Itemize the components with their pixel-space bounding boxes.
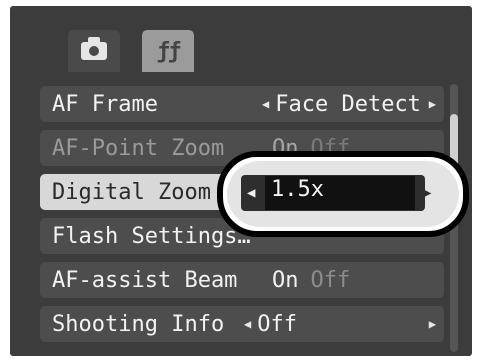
- value-callout: ◀ 1.5x ▶: [217, 151, 469, 237]
- right-arrow-icon: ▶: [428, 317, 436, 331]
- af-frame-value: Face Detect: [275, 91, 421, 117]
- menu-item-shooting-info[interactable]: Shooting Info ◀ Off ▶: [40, 306, 444, 342]
- left-arrow-icon: ◀: [244, 317, 252, 331]
- menu-item-af-frame[interactable]: AF Frame ◀ Face Detect ▶: [40, 86, 444, 122]
- option-on[interactable]: On: [272, 268, 299, 293]
- camera-icon: [81, 37, 107, 60]
- menu-item-label: AF-assist Beam: [52, 267, 238, 293]
- tab-setup[interactable]: ƒƒ: [142, 30, 194, 72]
- callout-inner: ◀ 1.5x ▶: [227, 161, 459, 227]
- menu-item-af-assist-beam[interactable]: AF-assist Beam On Off: [40, 262, 444, 298]
- menu-item-label: AF Frame: [52, 91, 158, 117]
- option-off[interactable]: Off: [311, 268, 351, 293]
- menu-item-value[interactable]: On Off: [272, 268, 436, 293]
- menu-item-label: AF-Point Zoom: [52, 135, 225, 161]
- menu-item-label: Flash Settings…: [52, 223, 251, 249]
- right-arrow-icon: ▶: [428, 97, 436, 111]
- menu-item-label: Shooting Info: [52, 311, 225, 337]
- tab-shooting[interactable]: [68, 30, 120, 72]
- menu-item-label: Digital Zoom: [52, 179, 211, 205]
- left-arrow-icon[interactable]: ◀: [247, 185, 255, 201]
- menu-tabs: ƒƒ: [68, 30, 194, 72]
- menu-item-value[interactable]: ◀ Face Detect ▶: [262, 92, 436, 117]
- digital-zoom-value: 1.5x: [271, 177, 324, 202]
- shooting-info-value: Off: [257, 311, 297, 337]
- tools-icon: ƒƒ: [156, 38, 181, 64]
- right-arrow-icon[interactable]: ▶: [423, 185, 431, 201]
- menu-item-value[interactable]: ◀ Off ▶: [244, 312, 436, 337]
- left-arrow-icon: ◀: [262, 97, 270, 111]
